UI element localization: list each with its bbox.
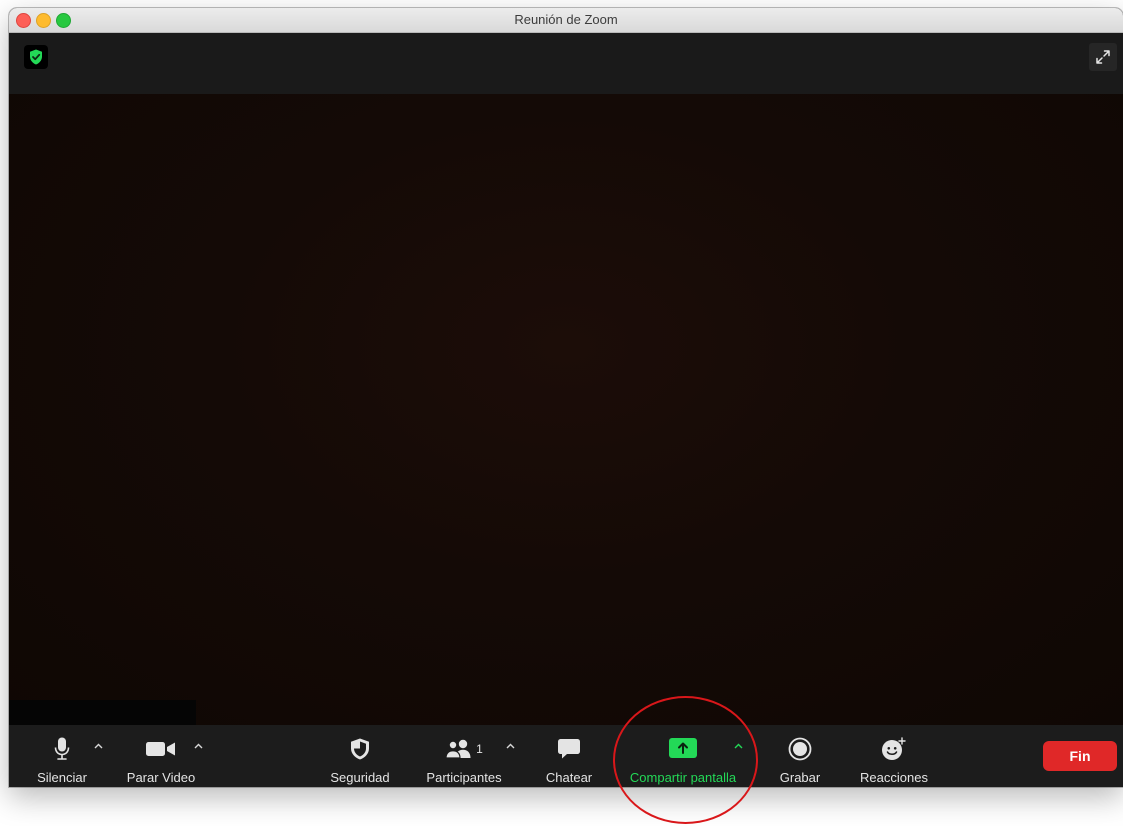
video-label: Parar Video (126, 770, 196, 785)
meeting-top-bar (9, 33, 1123, 94)
chat-button[interactable]: Chatear (539, 725, 599, 787)
reactions-button[interactable]: Reacciones (851, 725, 937, 787)
participants-label: Participantes (426, 770, 502, 785)
participants-button[interactable]: 1 Participantes (419, 725, 509, 787)
video-area (9, 94, 1123, 725)
smiley-plus-icon (882, 737, 906, 760)
shield-icon (351, 738, 369, 760)
security-label: Seguridad (330, 770, 390, 785)
video-camera-icon (146, 742, 175, 756)
caret-up-icon (506, 743, 514, 749)
people-icon (445, 739, 471, 759)
caret-up-icon (94, 743, 102, 749)
audio-options-caret[interactable] (91, 739, 105, 753)
share-label: Compartir pantalla (629, 770, 737, 785)
mute-button[interactable]: Silenciar (31, 725, 93, 787)
meeting-toolbar: Silenciar Parar Video Seguridad 1 Partic… (9, 725, 1123, 787)
fullscreen-button[interactable] (1089, 43, 1117, 71)
participants-count: 1 (476, 742, 483, 756)
chat-label: Chatear (545, 770, 593, 785)
caret-up-icon (734, 743, 742, 749)
participant-name-tag (9, 700, 196, 725)
encryption-shield-icon[interactable] (24, 45, 48, 69)
stop-video-button[interactable]: Parar Video (121, 725, 201, 787)
title-bar: Reunión de Zoom (9, 8, 1123, 33)
zoom-meeting-window: Reunión de Zoom Silenciar Parar Video Se… (9, 8, 1123, 787)
participants-options-caret[interactable] (503, 739, 517, 753)
record-button[interactable]: Grabar (771, 725, 829, 787)
security-button[interactable]: Seguridad (323, 725, 397, 787)
microphone-icon (54, 737, 70, 760)
chat-bubble-icon (558, 739, 580, 759)
mute-label: Silenciar (37, 770, 87, 785)
share-options-caret[interactable] (731, 739, 745, 753)
share-screen-icon (669, 738, 697, 758)
video-options-caret[interactable] (191, 739, 205, 753)
reactions-label: Reacciones (860, 770, 928, 785)
caret-up-icon (194, 743, 202, 749)
record-label: Grabar (779, 770, 821, 785)
share-screen-button[interactable]: Compartir pantalla (621, 725, 745, 787)
end-meeting-button[interactable]: Fin (1043, 741, 1117, 771)
record-icon (788, 737, 812, 761)
expand-icon (1096, 50, 1110, 64)
window-title: Reunión de Zoom (514, 12, 618, 27)
